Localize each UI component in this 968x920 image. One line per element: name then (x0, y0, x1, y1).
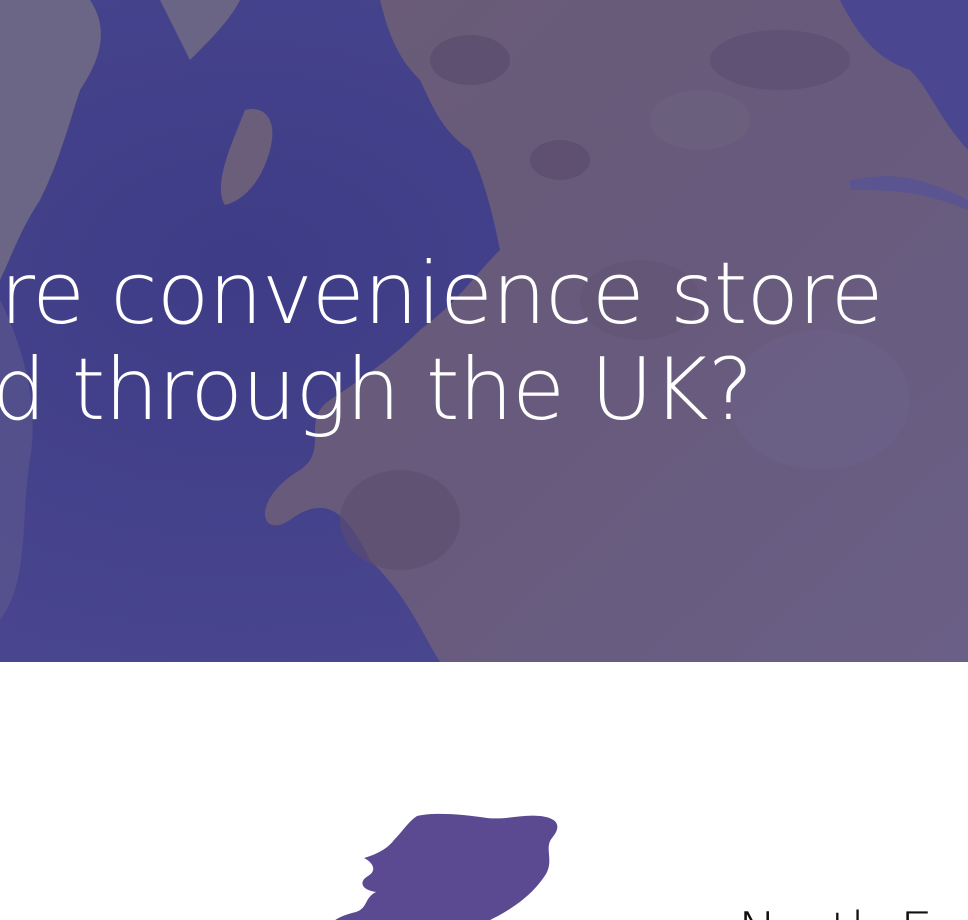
region-label: North E (738, 902, 933, 920)
hero-headline: are convenience store ad through the UK? (0, 246, 968, 438)
hero-headline-line1: are convenience store (0, 244, 884, 344)
hero-headline-line2: ad through the UK? (0, 340, 753, 440)
region-map-silhouette-icon (335, 813, 558, 920)
hero-banner: are convenience store ad through the UK? (0, 0, 968, 662)
region-section: North E (0, 662, 968, 920)
